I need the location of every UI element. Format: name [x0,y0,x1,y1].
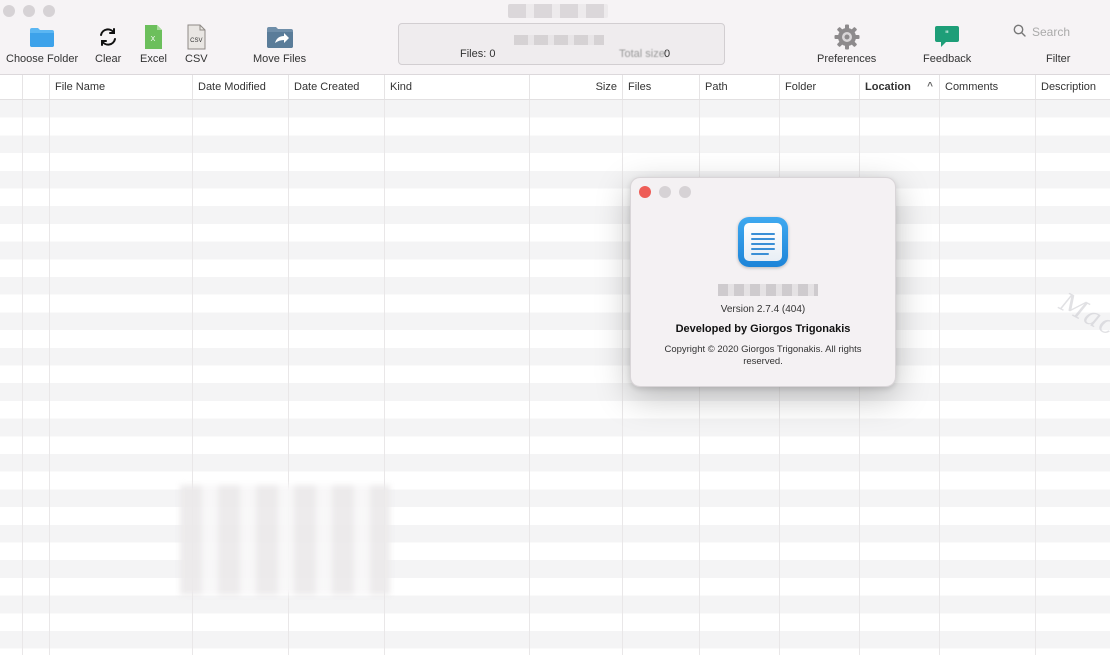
app-name-redacted [718,284,818,296]
csv-label: CSV [185,53,208,65]
svg-text:": " [945,30,949,40]
clear-label: Clear [95,53,122,65]
watermark-text: Mac [1054,287,1110,343]
feedback-label: Feedback [923,53,972,65]
folder-icon [29,24,55,50]
minimize-window-button[interactable] [23,5,35,17]
table-body: Mac [0,100,1110,655]
close-window-button[interactable] [3,5,15,17]
gear-icon [834,24,860,50]
column-header-select[interactable] [0,75,22,99]
move-files-label: Move Files [253,53,307,65]
column-header-folder[interactable]: Folder [779,75,859,99]
dialog-window-controls [639,186,691,198]
app-icon [738,217,788,267]
svg-text:X: X [151,36,156,43]
column-header-kind[interactable]: Kind [384,75,529,99]
total-size-value: 0 [664,48,671,60]
column-header-file-name[interactable]: File Name [49,75,192,99]
status-title-redacted [514,35,604,45]
column-header-location-label: Location [865,81,911,93]
preferences-label: Preferences [817,53,877,65]
choose-folder-button[interactable]: Choose Folder [6,24,78,65]
copyright-text: Copyright © 2020 Giorgos Trigonakis. All… [664,344,862,367]
document-list-icon [744,223,782,261]
column-divider [1035,100,1036,655]
move-files-button[interactable]: Move Files [253,24,306,65]
excel-doc-icon: X [142,24,164,50]
app-version: Version 2.7.4 (404) [720,304,806,315]
column-divider [22,100,23,655]
column-divider [939,100,940,655]
excel-label: Excel [140,53,167,65]
preferences-button[interactable]: Preferences [817,24,876,65]
column-divider [622,100,623,655]
file-table: Mac File Name Date Modified Date Created… [0,75,1110,655]
column-header-date-created[interactable]: Date Created [288,75,384,99]
refresh-icon [97,24,119,50]
column-header-icon[interactable] [22,75,49,99]
files-count: Files: 0 [460,48,496,60]
magnifier-icon [1013,24,1026,40]
filter-label: Filter [1046,53,1071,65]
column-header-size[interactable]: Size [529,75,622,99]
redacted-area [180,485,390,595]
minimize-dialog-button [659,186,671,198]
search-field[interactable] [1013,22,1105,42]
column-header-files[interactable]: Files [622,75,699,99]
toolbar: Choose Folder Clear X Excel CSV CSV Move… [0,0,1110,75]
csv-doc-icon: CSV [185,24,207,50]
developer-credit: Developed by Giorgos Trigonakis [675,323,851,335]
about-dialog: Version 2.7.4 (404) Developed by Giorgos… [630,177,896,387]
csv-export-button[interactable]: CSV CSV [185,24,208,65]
csv-icon-text: CSV [190,38,203,44]
column-header-path[interactable]: Path [699,75,779,99]
clear-button[interactable]: Clear [95,24,121,65]
excel-export-button[interactable]: X Excel [140,24,167,65]
status-panel: Files: 0 Total size: 0 [398,23,725,65]
window-controls [3,5,55,17]
search-input[interactable] [1030,24,1104,40]
column-header-comments[interactable]: Comments [939,75,1035,99]
zoom-dialog-button [679,186,691,198]
move-folder-icon [266,24,294,50]
column-header-location[interactable]: Location ^ [859,75,939,99]
table-header: File Name Date Modified Date Created Kin… [0,75,1110,100]
column-header-description[interactable]: Description [1035,75,1110,99]
close-dialog-button[interactable] [639,186,651,198]
feedback-button[interactable]: " Feedback [923,24,971,65]
column-header-date-modified[interactable]: Date Modified [192,75,288,99]
column-divider [529,100,530,655]
choose-folder-label: Choose Folder [6,53,79,65]
zoom-window-button[interactable] [43,5,55,17]
total-size-label: Total size: [619,48,668,60]
sort-ascending-icon: ^ [927,81,933,92]
column-divider [49,100,50,655]
window-title-redacted [508,4,608,18]
speech-bubble-icon: " [934,24,960,50]
